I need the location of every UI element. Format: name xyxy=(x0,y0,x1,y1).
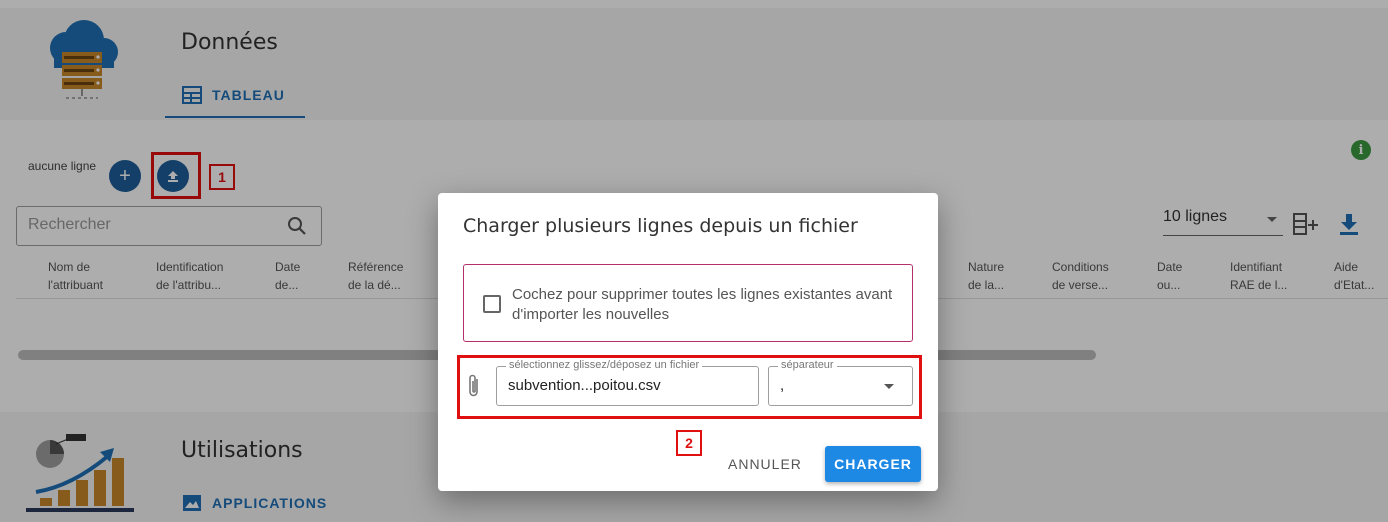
annotation-number-2: 2 xyxy=(676,430,702,456)
dialog-title: Charger plusieurs lignes depuis un fichi… xyxy=(463,215,858,237)
annotation-box-2 xyxy=(457,355,922,419)
delete-existing-checkbox[interactable] xyxy=(483,295,501,313)
delete-existing-label[interactable]: Cochez pour supprimer toutes les lignes … xyxy=(512,285,902,325)
cancel-button[interactable]: ANNULER xyxy=(728,450,802,478)
delete-existing-option: Cochez pour supprimer toutes les lignes … xyxy=(463,264,913,342)
load-button[interactable]: CHARGER xyxy=(825,446,921,482)
